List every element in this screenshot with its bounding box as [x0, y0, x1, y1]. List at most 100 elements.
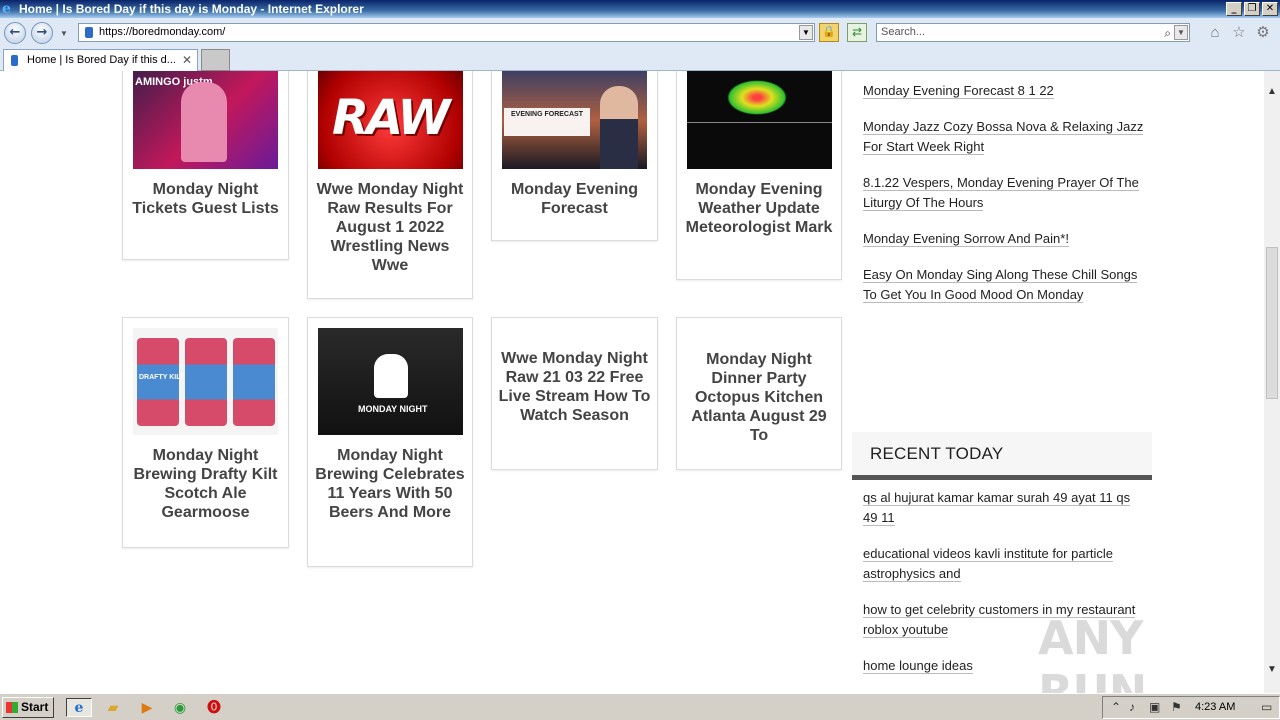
- scroll-up-icon[interactable]: ▲: [1264, 83, 1280, 100]
- window-controls: _ ❐ ✕: [1226, 2, 1278, 16]
- recent-today-title: RECENT TODAY: [870, 444, 1004, 463]
- new-tab-button[interactable]: [201, 49, 230, 71]
- post-card[interactable]: Monday Evening Weather Update Meteorolog…: [676, 71, 842, 280]
- tab-label: Home | Is Bored Day if this d...: [27, 54, 176, 66]
- recent-link-text[interactable]: qs al hujurat kamar kamar surah 49 ayat …: [863, 490, 1131, 526]
- minimize-button[interactable]: _: [1226, 2, 1242, 16]
- post-thumbnail[interactable]: [687, 71, 832, 169]
- sidebar-link[interactable]: Monday Evening Forecast 8 1 22: [863, 81, 1148, 101]
- flag-icon[interactable]: ⚑: [1171, 700, 1182, 714]
- post-card[interactable]: EVENING FORECAST Monday Evening Forecast: [491, 71, 658, 241]
- post-thumbnail[interactable]: MONDAY NIGHT: [318, 328, 463, 435]
- sidebar-link[interactable]: Monday Evening Sorrow And Pain*!: [863, 229, 1148, 249]
- taskbar: Start e ▰ ▶ ◉ ⓿ ⌃ ♪ ▣ ⚑ 4:23 AM ▭: [0, 693, 1280, 720]
- recent-today-heading: RECENT TODAY: [852, 432, 1152, 480]
- sidebar-link[interactable]: 8.1.22 Vespers, Monday Evening Prayer Of…: [863, 173, 1148, 213]
- refresh-icon[interactable]: ⇄: [847, 23, 867, 42]
- sidebar-link-text[interactable]: Monday Jazz Cozy Bossa Nova & Relaxing J…: [863, 119, 1144, 155]
- forecast-banner: EVENING FORECAST: [504, 108, 590, 136]
- scroll-down-icon[interactable]: ▼: [1264, 661, 1280, 678]
- back-arrow-icon[interactable]: ←: [4, 22, 26, 44]
- beer-can-image: [137, 338, 179, 426]
- restore-button[interactable]: ❐: [1244, 2, 1260, 16]
- history-dropdown-icon[interactable]: ▼: [60, 29, 68, 38]
- taskbar-clock[interactable]: 4:23 AM: [1195, 701, 1235, 713]
- recent-link[interactable]: qs al hujurat kamar kamar surah 49 ayat …: [863, 488, 1148, 528]
- internet-explorer-icon: e: [2, 1, 11, 17]
- search-input[interactable]: Search... ⌕ ▼: [876, 23, 1190, 42]
- site-favicon-icon: [85, 27, 93, 38]
- folder-icon[interactable]: ▰: [103, 698, 123, 717]
- post-title[interactable]: Monday Night Brewing Drafty Kilt Scotch …: [129, 446, 282, 522]
- search-dropdown-icon[interactable]: ▼: [1174, 25, 1188, 40]
- chrome-icon[interactable]: ◉: [170, 698, 190, 717]
- raw-logo: RAW: [332, 90, 450, 146]
- forward-arrow-icon[interactable]: →: [31, 22, 53, 44]
- post-title[interactable]: Wwe Monday Night Raw Results For August …: [314, 180, 466, 275]
- post-card[interactable]: RAW Wwe Monday Night Raw Results For Aug…: [307, 71, 473, 299]
- start-button[interactable]: Start: [2, 697, 54, 718]
- post-title[interactable]: Monday Night Dinner Party Octopus Kitche…: [683, 350, 835, 445]
- post-title[interactable]: Wwe Monday Night Raw 21 03 22 Free Live …: [498, 349, 651, 425]
- tab-home[interactable]: Home | Is Bored Day if this d... ✕: [3, 49, 198, 71]
- anyrun-watermark: ANY RUN: [1038, 611, 1147, 693]
- lock-icon[interactable]: 🔒: [819, 23, 839, 42]
- address-dropdown-icon[interactable]: ▼: [799, 25, 813, 40]
- gear-icon[interactable]: ⚙: [1254, 24, 1272, 42]
- media-player-icon[interactable]: ▶: [137, 698, 157, 717]
- post-title[interactable]: Monday Evening Weather Update Meteorolog…: [683, 180, 835, 237]
- sidebar-link-text[interactable]: Monday Evening Sorrow And Pain*!: [863, 231, 1069, 247]
- window-titlebar: e Home | Is Bored Day if this day is Mon…: [0, 0, 1280, 18]
- post-title[interactable]: Monday Evening Forecast: [498, 180, 651, 218]
- search-placeholder: Search...: [881, 26, 926, 38]
- post-card[interactable]: Monday Night Dinner Party Octopus Kitche…: [676, 317, 842, 470]
- volume-icon[interactable]: ♪: [1129, 700, 1135, 714]
- address-url: https://boredmonday.com/: [99, 26, 226, 38]
- recent-link[interactable]: educational videos kavli institute for p…: [863, 544, 1148, 584]
- tab-close-icon[interactable]: ✕: [182, 50, 192, 70]
- window-title: Home | Is Bored Day if this day is Monda…: [19, 2, 364, 16]
- post-title[interactable]: Monday Night Brewing Celebrates 11 Years…: [314, 446, 466, 522]
- windows-logo-icon: [6, 702, 18, 713]
- sidebar-link-text[interactable]: 8.1.22 Vespers, Monday Evening Prayer Of…: [863, 175, 1139, 211]
- search-icon[interactable]: ⌕: [1164, 25, 1171, 42]
- person-figure: [181, 82, 227, 162]
- beer-can-image: [185, 338, 227, 426]
- internet-explorer-taskbar-icon[interactable]: e: [66, 698, 92, 717]
- post-thumbnail[interactable]: AMINGO justm: [133, 71, 278, 169]
- recent-link-text[interactable]: home lounge ideas: [863, 658, 973, 674]
- home-icon[interactable]: ⌂: [1206, 24, 1224, 42]
- post-card[interactable]: MONDAY NIGHT Monday Night Brewing Celebr…: [307, 317, 473, 567]
- sidebar-link[interactable]: Easy On Monday Sing Along These Chill So…: [863, 265, 1148, 305]
- post-title[interactable]: Monday Night Tickets Guest Lists: [129, 180, 282, 218]
- tray-expand-icon[interactable]: ⌃: [1111, 700, 1121, 714]
- warning-app-icon[interactable]: ⓿: [204, 698, 224, 717]
- system-tray: ⌃ ♪ ▣ ⚑ 4:23 AM ▭: [1102, 696, 1280, 719]
- tab-favicon-icon: [11, 55, 18, 66]
- brewery-logo-text: MONDAY NIGHT: [358, 404, 428, 414]
- post-card[interactable]: Wwe Monday Night Raw 21 03 22 Free Live …: [491, 317, 658, 470]
- radar-storm-cell: [727, 80, 787, 115]
- sidebar-link-text[interactable]: Monday Evening Forecast 8 1 22: [863, 83, 1054, 99]
- network-icon[interactable]: ▣: [1149, 700, 1160, 714]
- vertical-scrollbar[interactable]: ▲ ▼: [1264, 71, 1280, 693]
- post-thumbnail[interactable]: DRAFTY KILT: [133, 328, 278, 435]
- close-button[interactable]: ✕: [1262, 2, 1278, 16]
- recent-link-text[interactable]: educational videos kavli institute for p…: [863, 546, 1114, 582]
- page-viewport: AMINGO justm Monday Night Tickets Guest …: [0, 71, 1264, 693]
- post-card[interactable]: DRAFTY KILT Monday Night Brewing Drafty …: [122, 317, 289, 548]
- address-bar[interactable]: https://boredmonday.com/ ▼: [78, 23, 815, 42]
- post-card[interactable]: AMINGO justm Monday Night Tickets Guest …: [122, 71, 289, 260]
- show-desktop-icon[interactable]: ▭: [1261, 700, 1272, 714]
- post-thumbnail[interactable]: EVENING FORECAST: [502, 71, 647, 169]
- beer-can-image: [233, 338, 275, 426]
- tab-bar: Home | Is Bored Day if this d... ✕: [0, 46, 1280, 71]
- post-thumbnail[interactable]: RAW: [318, 71, 463, 169]
- brewery-logo-figure: [374, 354, 408, 398]
- beer-can-label: DRAFTY KILT: [139, 374, 185, 381]
- meteorologist-figure: [600, 86, 638, 169]
- sidebar-link-text[interactable]: Easy On Monday Sing Along These Chill So…: [863, 267, 1138, 303]
- favorites-star-icon[interactable]: ☆: [1230, 24, 1248, 42]
- scrollbar-thumb[interactable]: [1266, 247, 1278, 399]
- sidebar-link[interactable]: Monday Jazz Cozy Bossa Nova & Relaxing J…: [863, 117, 1148, 157]
